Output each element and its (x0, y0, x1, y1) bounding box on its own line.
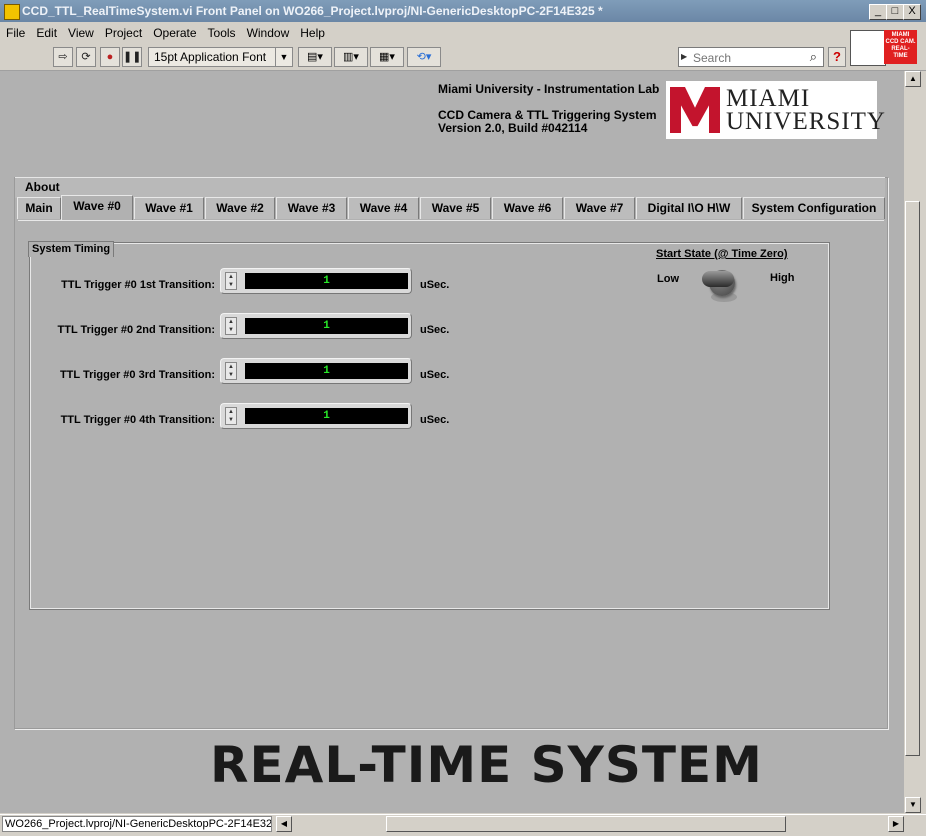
chevron-down-icon: ▼ (275, 48, 292, 66)
run-continuously-icon[interactable]: ⟳ (76, 47, 96, 67)
menu-file[interactable]: File (0, 23, 30, 40)
tab-wave-5[interactable]: Wave #5 (420, 197, 491, 219)
reorder-icon[interactable]: ⟲▾ (407, 47, 441, 67)
transition-1-value[interactable]: 1 (245, 273, 408, 289)
start-state-toggle-switch[interactable] (701, 266, 741, 304)
abort-icon[interactable]: ● (100, 47, 120, 67)
lab-name: Miami University - Instrumentation Lab (438, 82, 660, 96)
vertical-scroll-thumb[interactable] (905, 201, 920, 756)
miami-university-logo: MIAMI UNIVERSITY (666, 81, 885, 139)
run-arrow-icon[interactable]: ⇨ (53, 47, 73, 67)
transition-2-value[interactable]: 1 (245, 318, 408, 334)
status-bar: WO266_Project.lvproj/NI-GenericDesktopPC… (0, 814, 926, 835)
tab-row-top: About (15, 177, 885, 198)
transition-4-value[interactable]: 1 (245, 408, 408, 424)
connector-pane-icon[interactable] (850, 30, 886, 66)
real-time-system-banner: REAL-TIME SYSTEM (210, 736, 763, 794)
vi-icon[interactable]: MIAMI CCD CAM. REAL- TIME (884, 30, 917, 64)
spin-arrows-icon[interactable]: ▲ ▼ (225, 362, 237, 380)
horizontal-scrollbar[interactable]: ◀ ▶ (276, 816, 904, 833)
project-path: WO266_Project.lvproj/NI-GenericDesktopPC… (2, 816, 272, 832)
scroll-right-icon[interactable]: ▶ (888, 816, 904, 832)
toggle-high-label: High (770, 272, 795, 284)
group-label: System Timing (28, 241, 115, 257)
toggle-low-label: Low (657, 273, 679, 285)
unit-label-4: uSec. (420, 414, 450, 426)
font-selector[interactable]: 15pt Application Font ▼ (148, 47, 293, 67)
scroll-down-icon[interactable]: ▼ (905, 797, 921, 813)
menu-project[interactable]: Project (99, 23, 147, 40)
start-state-title: Start State (@ Time Zero) (656, 248, 788, 260)
tab-wave-2[interactable]: Wave #2 (205, 197, 275, 219)
tab-main[interactable]: Main (17, 197, 61, 219)
row-label-2: TTL Trigger #0 2nd Transition: (57, 324, 216, 336)
search-box[interactable]: ▶ ⌕ (678, 47, 824, 67)
help-button[interactable]: ? (828, 47, 846, 67)
horizontal-scroll-thumb[interactable] (386, 816, 786, 832)
tab-wave-7[interactable]: Wave #7 (564, 197, 635, 219)
labview-app-icon (4, 4, 20, 20)
menu-bar: File Edit View Project Operate Tools Window Hel… (0, 23, 926, 43)
tab-wave-1[interactable]: Wave #1 (134, 197, 204, 219)
search-input[interactable] (691, 49, 795, 67)
menu-help[interactable]: Help (294, 23, 330, 40)
vertical-scrollbar[interactable]: ▲ ▼ (904, 71, 922, 813)
window-title: CCD_TTL_RealTimeSystem.vi Front Panel on… (22, 4, 603, 18)
toggle-lever-icon[interactable] (702, 271, 734, 287)
pause-icon[interactable]: ❚❚ (122, 47, 142, 67)
font-selector-label: 15pt Application Font (154, 50, 267, 64)
search-icon[interactable]: ⌕ (810, 49, 817, 65)
spin-arrows-icon[interactable]: ▲ ▼ (225, 317, 237, 335)
minimize-button[interactable]: _ (869, 4, 887, 20)
logo-text-university: UNIVERSITY (726, 108, 886, 135)
tab-wave-3[interactable]: Wave #3 (276, 197, 347, 219)
system-name: CCD Camera & TTL Triggering System (438, 108, 657, 122)
transition-3-control[interactable]: ▲ ▼ 1 (220, 358, 412, 384)
transition-1-control[interactable]: ▲ ▼ 1 (220, 268, 412, 294)
transition-3-value[interactable]: 1 (245, 363, 408, 379)
menu-window[interactable]: Window (241, 23, 295, 40)
m-logo-icon (670, 87, 720, 133)
menu-edit[interactable]: Edit (30, 23, 62, 40)
unit-label-1: uSec. (420, 279, 450, 291)
row-label-3: TTL Trigger #0 3rd Transition: (59, 369, 215, 381)
scroll-up-icon[interactable]: ▲ (905, 71, 921, 87)
tab-wave-6[interactable]: Wave #6 (492, 197, 563, 219)
tab-wave-0[interactable]: Wave #0 (61, 195, 133, 220)
scroll-left-icon[interactable]: ◀ (276, 816, 292, 832)
menu-tools[interactable]: Tools (202, 23, 241, 40)
close-button[interactable]: X (903, 4, 921, 20)
transition-4-control[interactable]: ▲ ▼ 1 (220, 403, 412, 429)
menu-operate[interactable]: Operate (147, 23, 201, 40)
tab-digital-io[interactable]: Digital I\O H\W (636, 197, 742, 219)
search-expand-icon[interactable]: ▶ (681, 52, 687, 61)
transition-2-control[interactable]: ▲ ▼ 1 (220, 313, 412, 339)
distribute-objects-icon[interactable]: ▥▾ (334, 47, 368, 67)
resize-objects-icon[interactable]: ▦▾ (370, 47, 404, 67)
tab-system-configuration[interactable]: System Configuration (743, 197, 885, 219)
unit-label-2: uSec. (420, 324, 450, 336)
row-label-1: TTL Trigger #0 1st Transition: (61, 279, 215, 291)
maximize-button[interactable]: □ (886, 4, 904, 20)
version-text: Version 2.0, Build #042114 (438, 121, 588, 135)
menu-view[interactable]: View (62, 23, 99, 40)
row-label-4: TTL Trigger #0 4th Transition: (60, 414, 215, 426)
tab-wave-4[interactable]: Wave #4 (348, 197, 419, 219)
align-objects-icon[interactable]: ▤▾ (298, 47, 332, 67)
title-bar: CCD_TTL_RealTimeSystem.vi Front Panel on… (0, 0, 926, 22)
unit-label-3: uSec. (420, 369, 450, 381)
spin-arrows-icon[interactable]: ▲ ▼ (225, 407, 237, 425)
tab-about[interactable]: About (25, 180, 60, 194)
spin-arrows-icon[interactable]: ▲ ▼ (225, 272, 237, 290)
